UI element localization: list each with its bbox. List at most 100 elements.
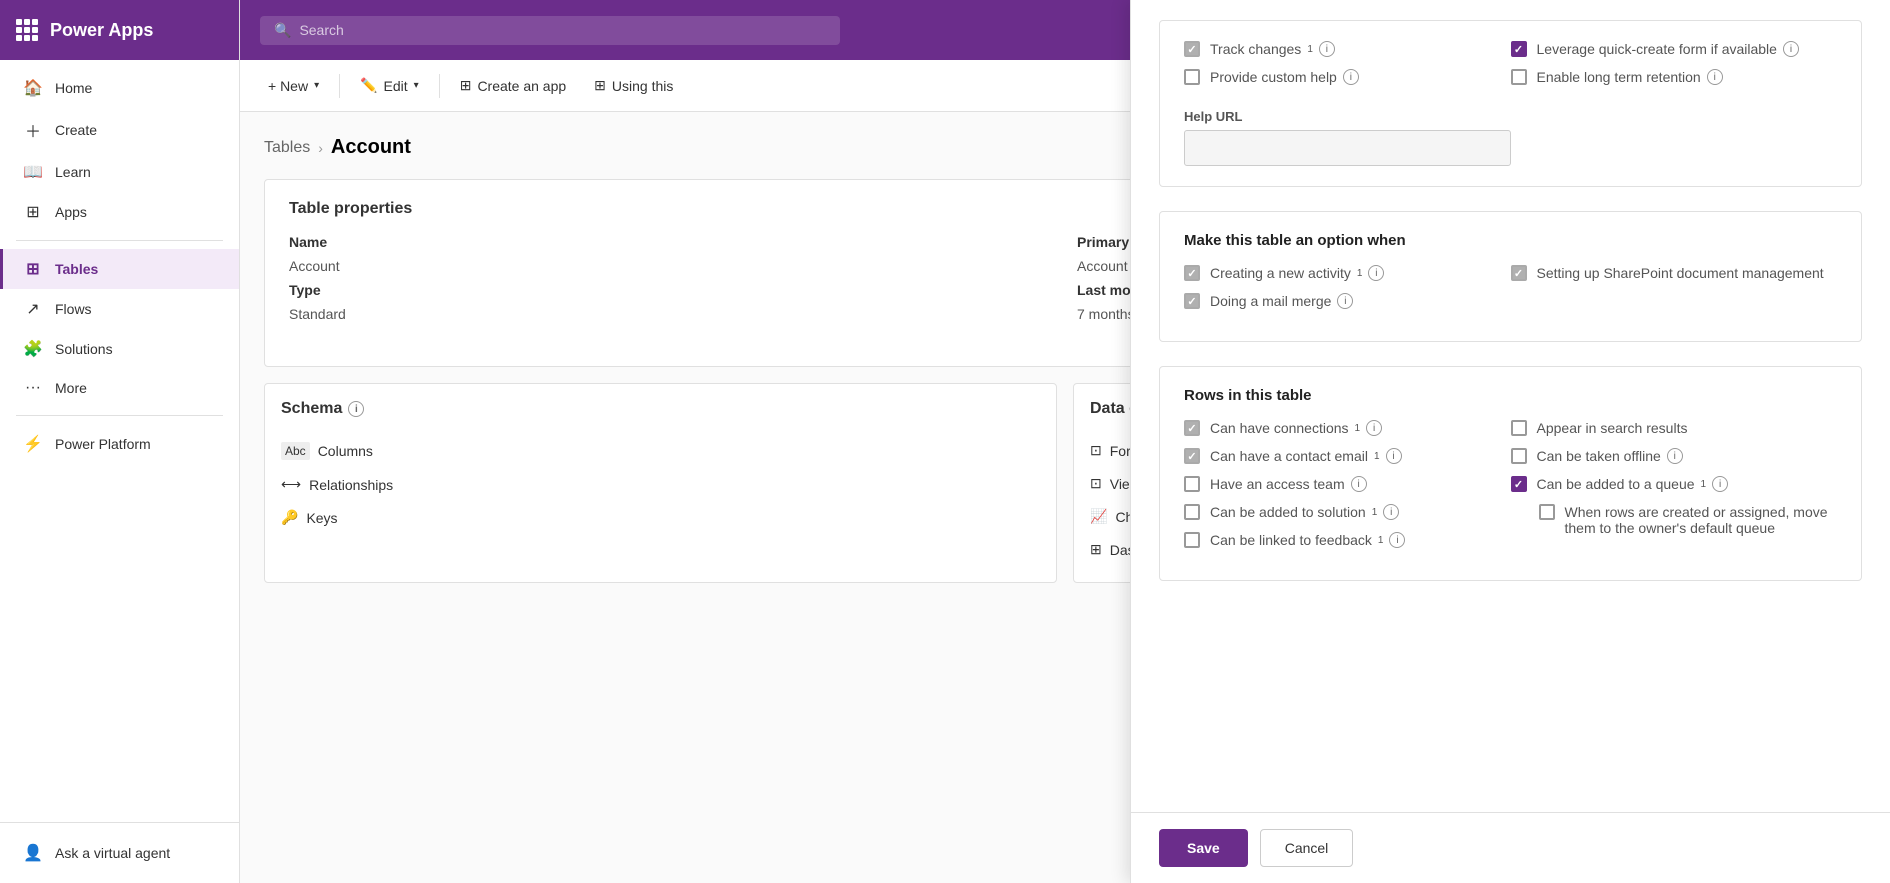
schema-item-keys[interactable]: 🔑 Keys <box>281 501 1040 534</box>
toolbar-sep-1 <box>339 74 340 98</box>
sidebar-item-home[interactable]: 🏠 Home <box>0 68 239 108</box>
sidebar-item-create[interactable]: ＋ Create <box>0 108 239 152</box>
can-be-taken-offline-checkbox[interactable] <box>1511 448 1527 464</box>
enable-long-term-checkbox[interactable] <box>1511 69 1527 85</box>
help-url-label: Help URL <box>1184 109 1511 124</box>
more-icon: ··· <box>23 379 43 397</box>
create-app-button[interactable]: ⊞ Create an app <box>448 71 578 100</box>
cancel-button[interactable]: Cancel <box>1260 829 1354 867</box>
can-be-linked-to-feedback-row: Can be linked to feedback 1 i <box>1184 532 1511 548</box>
when-rows-created-checkbox[interactable] <box>1539 504 1555 520</box>
can-be-taken-offline-row: Can be taken offline i <box>1511 448 1838 464</box>
sidebar-item-ask-agent[interactable]: 👤 Ask a virtual agent <box>0 833 239 873</box>
track-changes-label: Track changes 1 i <box>1210 41 1335 57</box>
appear-in-search-row: Appear in search results <box>1511 420 1838 436</box>
leverage-label: Leverage quick-create form if available … <box>1537 41 1799 57</box>
using-this-button[interactable]: ⊞ Using this <box>582 71 685 100</box>
have-access-team-checkbox[interactable] <box>1184 476 1200 492</box>
can-be-linked-to-feedback-info-icon[interactable]: i <box>1389 532 1405 548</box>
have-access-team-info-icon[interactable]: i <box>1351 476 1367 492</box>
can-have-connections-info-icon[interactable]: i <box>1366 420 1382 436</box>
panel-footer: Save Cancel <box>1131 812 1890 883</box>
creating-activity-info-icon[interactable]: i <box>1368 265 1384 281</box>
help-url-input[interactable] <box>1184 130 1511 166</box>
doing-mail-merge-label: Doing a mail merge i <box>1210 293 1353 309</box>
setting-sharepoint-checkbox[interactable] <box>1511 265 1527 281</box>
appear-in-search-label: Appear in search results <box>1537 420 1688 436</box>
can-have-contact-email-row: Can have a contact email 1 i <box>1184 448 1511 464</box>
rows-right: Appear in search results Can be taken of… <box>1511 420 1838 560</box>
track-changes-info-icon[interactable]: i <box>1319 41 1335 57</box>
sidebar-item-solutions[interactable]: 🧩 Solutions <box>0 329 239 369</box>
keys-label: Keys <box>306 510 337 526</box>
create-app-label: Create an app <box>477 78 566 94</box>
tables-icon: ⊞ <box>23 259 43 279</box>
track-changes-checkbox[interactable] <box>1184 41 1200 57</box>
search-icon: 🔍 <box>274 22 291 39</box>
columns-label: Columns <box>318 443 373 459</box>
sidebar-item-tables[interactable]: ⊞ Tables <box>0 249 239 289</box>
track-changes-grid: Track changes 1 i Provide custom help i <box>1184 41 1837 166</box>
can-be-added-to-solution-info-icon[interactable]: i <box>1383 504 1399 520</box>
waffle-icon[interactable] <box>16 19 38 41</box>
breadcrumb-account: Account <box>331 136 411 159</box>
search-input[interactable] <box>299 22 826 38</box>
can-be-added-to-solution-label: Can be added to solution 1 i <box>1210 504 1399 520</box>
schema-item-relationships[interactable]: ⟷ Relationships <box>281 468 1040 501</box>
sidebar-item-solutions-label: Solutions <box>55 341 113 357</box>
track-changes-section: Track changes 1 i Provide custom help i <box>1159 20 1862 187</box>
provide-help-info-icon[interactable]: i <box>1343 69 1359 85</box>
enable-long-term-info-icon[interactable]: i <box>1707 69 1723 85</box>
sidebar-item-ask-agent-label: Ask a virtual agent <box>55 845 170 861</box>
appear-in-search-checkbox[interactable] <box>1511 420 1527 436</box>
can-have-connections-label: Can have connections 1 i <box>1210 420 1382 436</box>
can-be-added-queue-row: Can be added to a queue 1 i <box>1511 476 1838 492</box>
can-have-connections-checkbox[interactable] <box>1184 420 1200 436</box>
main-content: 🔍 + New ▾ ✏️ Edit ▾ ⊞ Create an app ⊞ Us… <box>240 0 1890 883</box>
schema-item-columns[interactable]: Abc Columns <box>281 434 1040 468</box>
provide-custom-help-checkbox[interactable] <box>1184 69 1200 85</box>
sidebar-item-flows-label: Flows <box>55 301 92 317</box>
can-have-contact-email-info-icon[interactable]: i <box>1386 448 1402 464</box>
type-label: Type <box>289 282 1053 298</box>
sidebar-item-flows[interactable]: ↗ Flows <box>0 289 239 329</box>
setting-sharepoint-label: Setting up SharePoint document managemen… <box>1537 265 1824 281</box>
schema-info-icon[interactable]: i <box>348 401 364 417</box>
rows-left: Can have connections 1 i Can have a cont… <box>1184 420 1511 560</box>
sidebar-item-learn[interactable]: 📖 Learn <box>0 152 239 192</box>
using-this-label: Using this <box>612 78 673 94</box>
sidebar-item-power-platform[interactable]: ⚡ Power Platform <box>0 424 239 464</box>
leverage-checkbox[interactable] <box>1511 41 1527 57</box>
can-be-taken-offline-info-icon[interactable]: i <box>1667 448 1683 464</box>
creating-activity-checkbox[interactable] <box>1184 265 1200 281</box>
leverage-info-icon[interactable]: i <box>1783 41 1799 57</box>
create-icon: ＋ <box>23 118 43 142</box>
keys-icon: 🔑 <box>281 509 298 526</box>
track-changes-row: Track changes 1 i <box>1184 41 1511 57</box>
can-have-contact-email-checkbox[interactable] <box>1184 448 1200 464</box>
breadcrumb-tables[interactable]: Tables <box>264 139 310 157</box>
views-icon: ⊡ <box>1090 475 1102 492</box>
name-label: Name <box>289 234 1053 250</box>
make-option-section: Make this table an option when Creating … <box>1159 211 1862 342</box>
doing-mail-merge-checkbox[interactable] <box>1184 293 1200 309</box>
can-be-added-queue-info-icon[interactable]: i <box>1712 476 1728 492</box>
flows-icon: ↗ <box>23 299 43 319</box>
dashboards-icon: ⊞ <box>1090 541 1102 558</box>
when-rows-created-row: When rows are created or assigned, move … <box>1539 504 1838 536</box>
search-box[interactable]: 🔍 <box>260 16 840 45</box>
toolbar-sep-2 <box>439 74 440 98</box>
save-button[interactable]: Save <box>1159 829 1248 867</box>
sidebar-item-apps[interactable]: ⊞ Apps <box>0 192 239 232</box>
can-be-added-to-solution-row: Can be added to solution 1 i <box>1184 504 1511 520</box>
doing-mail-merge-info-icon[interactable]: i <box>1337 293 1353 309</box>
can-be-linked-to-feedback-checkbox[interactable] <box>1184 532 1200 548</box>
can-have-contact-email-label: Can have a contact email 1 i <box>1210 448 1402 464</box>
edit-button[interactable]: ✏️ Edit ▾ <box>348 71 431 100</box>
have-access-team-label: Have an access team i <box>1210 476 1367 492</box>
can-be-added-queue-checkbox[interactable] <box>1511 476 1527 492</box>
new-button[interactable]: + New ▾ <box>256 72 331 100</box>
sidebar-item-more[interactable]: ··· More <box>0 369 239 407</box>
can-be-added-to-solution-checkbox[interactable] <box>1184 504 1200 520</box>
rows-section-title: Rows in this table <box>1184 387 1837 404</box>
